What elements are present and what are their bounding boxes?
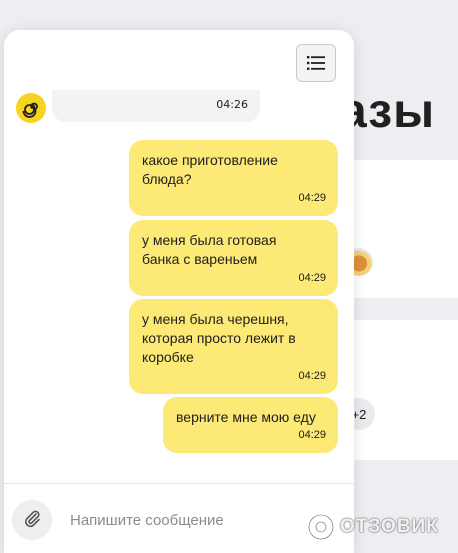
- attach-button[interactable]: [12, 500, 52, 540]
- message-time: 04:26: [216, 98, 248, 111]
- message-text: у меня была черешня, которая просто лежи…: [142, 311, 296, 365]
- chat-header: [4, 30, 354, 90]
- message-time: 04:29: [298, 429, 326, 441]
- spiral-assistant-icon: [16, 93, 46, 123]
- message-text: у меня была готовая банка с вареньем: [142, 232, 277, 267]
- message-composer: Напишите сообщение: [4, 483, 354, 553]
- message-time: 04:29: [298, 370, 326, 382]
- paperclip-icon: [23, 508, 41, 532]
- message-text: какое приготовление блюда?: [142, 152, 278, 187]
- message-input[interactable]: Напишите сообщение: [70, 512, 224, 529]
- support-chat-window: 04:26 какое приготовление блюда? 04:29 у…: [4, 30, 354, 553]
- message-text: верните мне мою еду: [176, 409, 316, 425]
- page-title: азы: [340, 85, 436, 138]
- outgoing-message: верните мне мою еду 04:29: [163, 397, 338, 453]
- outgoing-message: какое приготовление блюда? 04:29: [129, 140, 338, 216]
- watermark-text: ОТЗОВИК: [340, 516, 439, 537]
- message-time: 04:29: [298, 272, 326, 284]
- message-list[interactable]: 04:26 какое приготовление блюда? 04:29 у…: [4, 90, 354, 483]
- message-time: 04:29: [298, 192, 326, 204]
- hamburger-list-icon: [307, 56, 325, 70]
- incoming-message: 04:26: [52, 90, 260, 122]
- outgoing-message: у меня была черешня, которая просто лежи…: [129, 299, 338, 394]
- outgoing-message: у меня была готовая банка с вареньем 04:…: [129, 220, 338, 296]
- watermark: ОТЗОВИК: [306, 510, 454, 544]
- otzovik-logo-icon: [306, 512, 336, 542]
- chat-menu-button[interactable]: [296, 44, 336, 82]
